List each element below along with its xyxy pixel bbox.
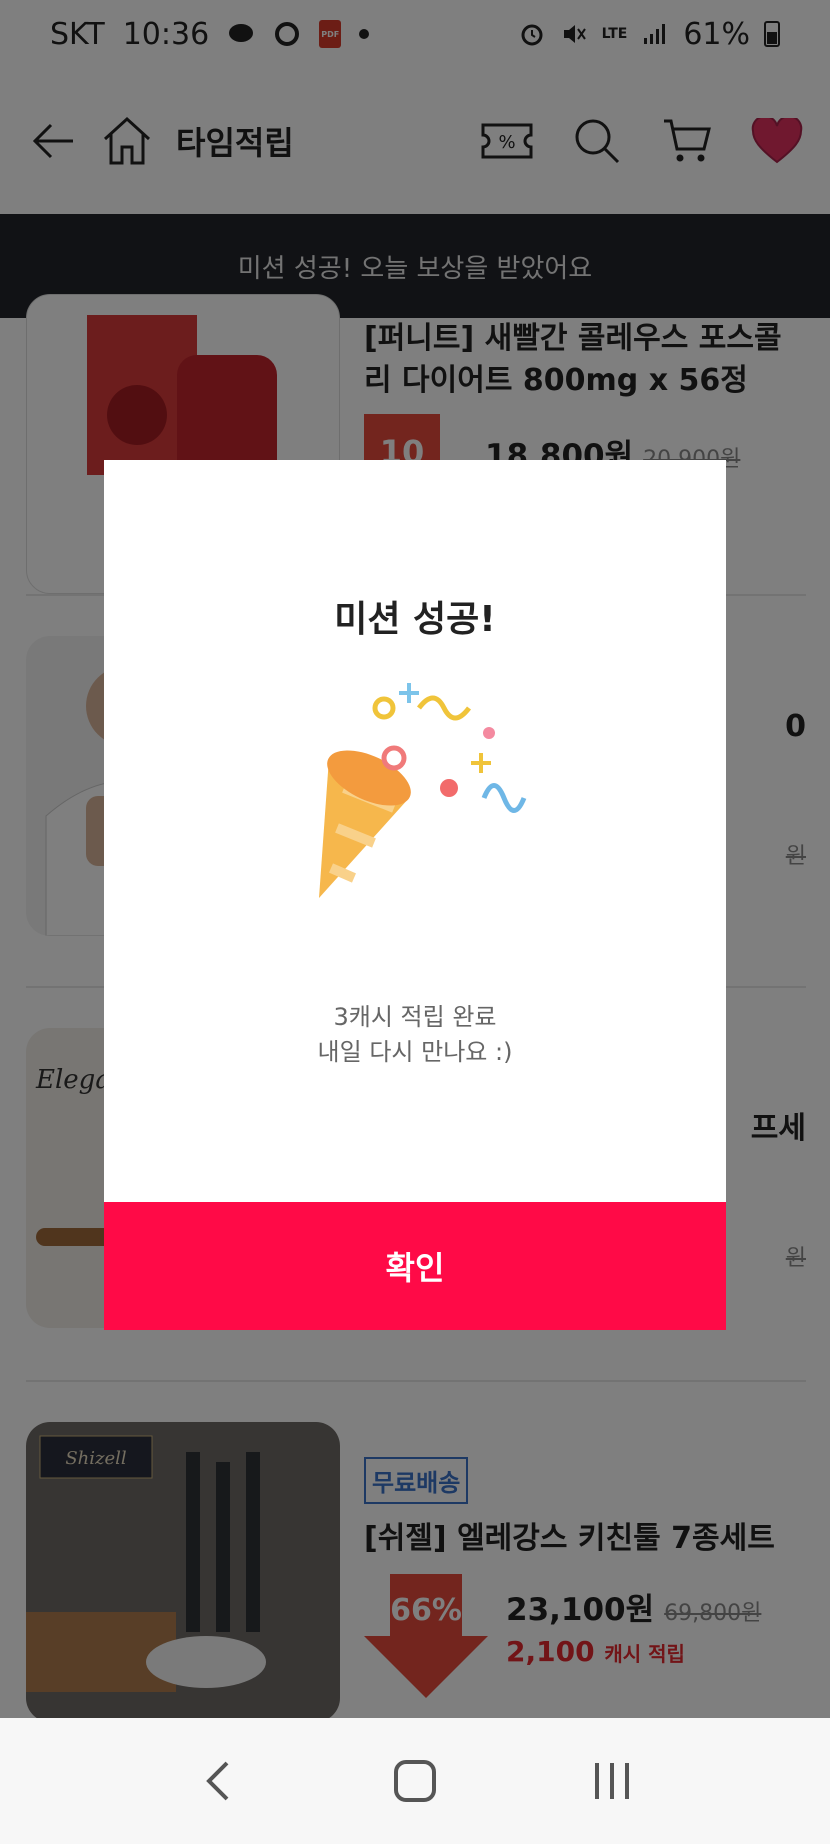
nav-home-button[interactable] (380, 1746, 450, 1816)
nav-back-button[interactable] (183, 1746, 253, 1816)
system-nav-bar (0, 1718, 830, 1844)
dialog-message: 3캐시 적립 완료 내일 다시 만나요 :) (104, 1000, 726, 1070)
nav-recents-icon (594, 1763, 629, 1799)
nav-recents-button[interactable] (577, 1746, 647, 1816)
party-popper-icon (319, 683, 527, 898)
dialog-message-line2: 내일 다시 만나요 :) (317, 1038, 513, 1066)
nav-home-icon (393, 1760, 436, 1802)
confirm-button[interactable]: 확인 (104, 1202, 726, 1330)
mission-success-dialog: 미션 성공! 3캐시 적립 완료 내일 다시 만나요 :) 확인 (104, 460, 726, 1330)
dialog-title: 미션 성공! (334, 599, 496, 640)
nav-back-icon (206, 1761, 229, 1801)
dialog-message-line1: 3캐시 적립 완료 (333, 1003, 497, 1031)
